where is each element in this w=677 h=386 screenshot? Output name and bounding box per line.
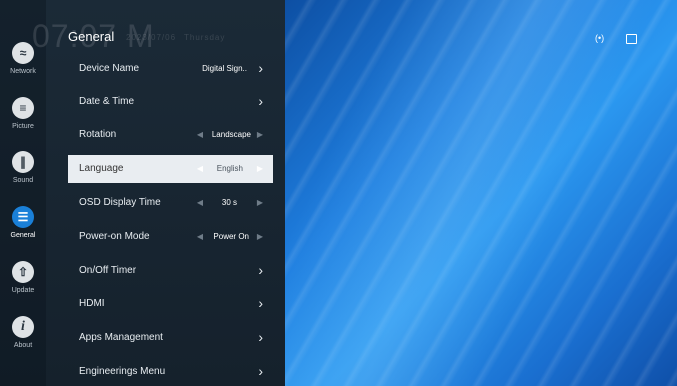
setting-rotation[interactable]: Rotation ◀ Landscape ▶ [68, 121, 273, 149]
setting-label: Power-on Mode [79, 231, 150, 242]
nav-label: General [10, 232, 36, 239]
setting-language[interactable]: Language ◀ English ▶ [68, 155, 273, 183]
page-title: General [68, 29, 115, 44]
setting-label: OSD Display Time [79, 197, 161, 208]
nav-label: Sound [12, 177, 34, 184]
chevron-right-icon: › [258, 363, 263, 379]
arrow-left-icon[interactable]: ◀ [197, 130, 203, 139]
cast-icon[interactable]: (•) [595, 33, 604, 43]
setting-date-time[interactable]: Date & Time › [68, 88, 273, 116]
wallpaper [285, 0, 677, 386]
setting-power-on-mode[interactable]: Power-on Mode ◀ Power On ▶ [68, 223, 273, 251]
setting-label: Engineerings Menu [79, 366, 166, 377]
nav-item-picture[interactable]: ≡ Picture [0, 97, 46, 130]
screen: 07:07 M 2023/07/06 Thursday General ≈ Ne… [0, 0, 677, 386]
chevron-right-icon: › [258, 60, 263, 76]
arrow-right-icon[interactable]: ▶ [257, 164, 263, 173]
setting-value: Digital Sign.. [202, 64, 247, 73]
setting-label: Rotation [79, 129, 117, 140]
sliders-icon: ≡ [12, 97, 34, 119]
nav-label: Network [10, 68, 36, 75]
setting-label: Apps Management [79, 332, 163, 343]
setting-label: On/Off Timer [79, 265, 137, 276]
chevron-right-icon: › [258, 262, 263, 278]
nav-label: Picture [12, 123, 34, 130]
setting-label: Device Name [79, 63, 140, 74]
chevron-right-icon: › [258, 329, 263, 345]
setting-value: Landscape [211, 130, 251, 139]
info-icon: i [12, 316, 34, 338]
arrow-right-icon[interactable]: ▶ [257, 130, 263, 139]
setting-hdmi[interactable]: HDMI › [68, 290, 273, 318]
wifi-icon: ≈ [12, 42, 34, 64]
setting-value: Power On [213, 232, 249, 241]
input-source-icon[interactable] [626, 34, 637, 44]
nav-label: Update [11, 287, 35, 294]
setting-label: Language [79, 163, 124, 174]
setting-value: English [216, 164, 243, 173]
setting-on-off-timer[interactable]: On/Off Timer › [68, 257, 273, 285]
chevron-right-icon: › [258, 93, 263, 109]
nav-item-sound[interactable]: ∥ Sound [0, 151, 46, 184]
setting-osd-display-time[interactable]: OSD Display Time ◀ 30 s ▶ [68, 189, 273, 217]
arrow-right-icon[interactable]: ▶ [257, 232, 263, 241]
arrow-left-icon[interactable]: ◀ [197, 164, 203, 173]
nav-item-about[interactable]: i About [0, 316, 46, 349]
arrow-right-icon[interactable]: ▶ [257, 198, 263, 207]
clock-date: 2023/07/06 [126, 33, 177, 42]
nav-item-general[interactable]: ☰ General [0, 206, 46, 239]
nav-item-update[interactable]: ⇧ Update [0, 261, 46, 294]
settings-panel: 07:07 M 2023/07/06 Thursday General ≈ Ne… [0, 0, 285, 386]
setting-engineerings-menu[interactable]: Engineerings Menu › [68, 358, 273, 386]
setting-device-name[interactable]: Device Name Digital Sign.. › [68, 55, 273, 83]
update-arrow-icon: ⇧ [12, 261, 34, 283]
general-settings-icon: ☰ [12, 206, 34, 228]
setting-label: HDMI [79, 298, 105, 309]
setting-label: Date & Time [79, 96, 135, 107]
setting-value: 30 s [221, 198, 237, 207]
sound-wave-icon: ∥ [12, 151, 34, 173]
nav-label: About [13, 342, 33, 349]
chevron-right-icon: › [258, 295, 263, 311]
clock-day: Thursday [184, 33, 226, 42]
arrow-left-icon[interactable]: ◀ [197, 198, 203, 207]
nav-item-network[interactable]: ≈ Network [0, 42, 46, 75]
arrow-left-icon[interactable]: ◀ [197, 232, 203, 241]
setting-apps-management[interactable]: Apps Management › [68, 324, 273, 352]
